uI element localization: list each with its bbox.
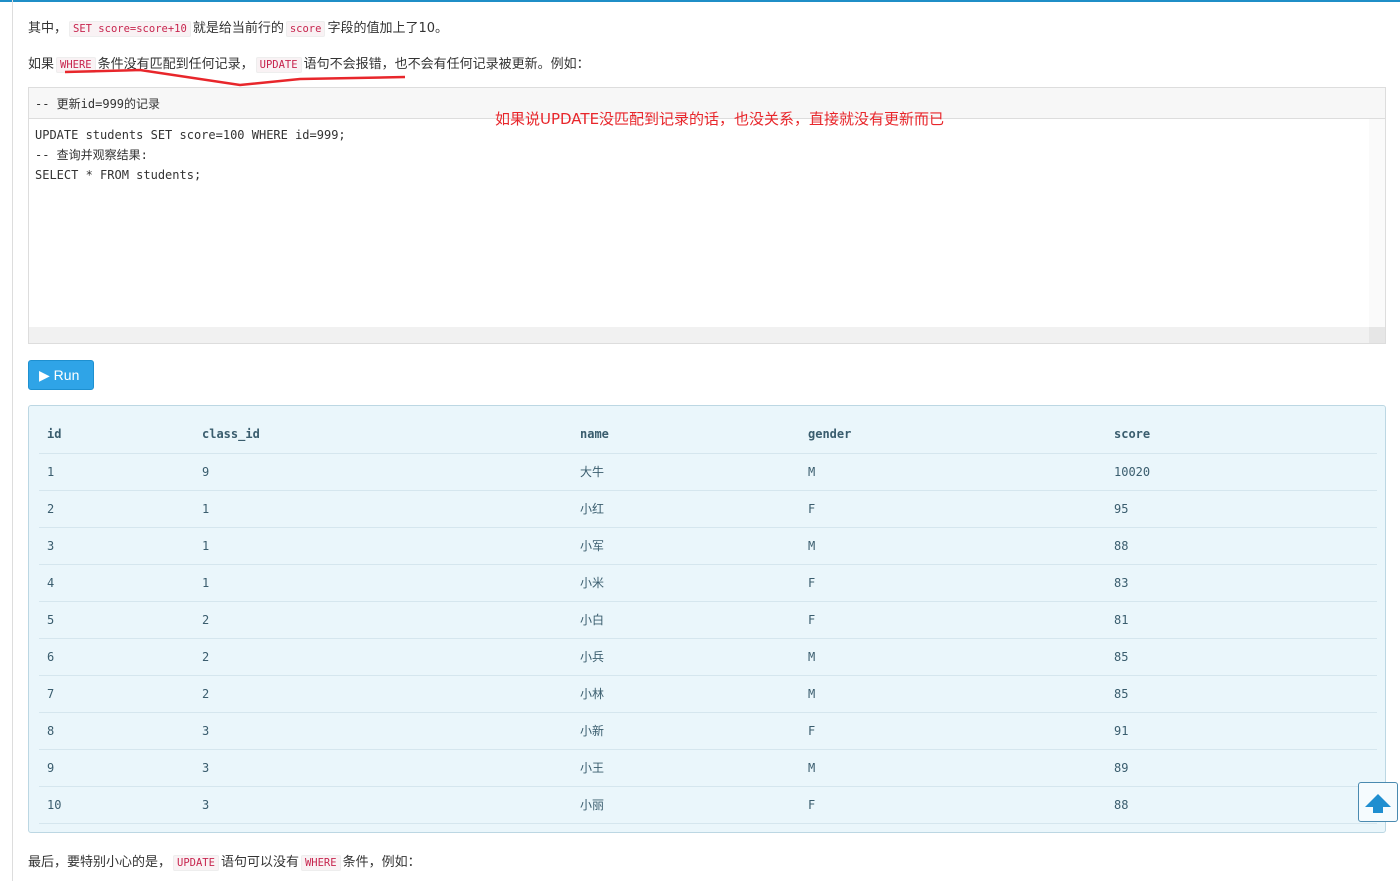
inline-code: WHERE — [300, 855, 341, 871]
column-header: id — [39, 416, 194, 454]
table-cell: M — [800, 749, 1106, 787]
table-cell: 小红 — [572, 490, 800, 528]
table-cell: M — [800, 453, 1106, 491]
table-cell: 1 — [194, 490, 572, 528]
column-header: name — [572, 416, 800, 454]
table-cell: 小白 — [572, 601, 800, 639]
table-cell: 8 — [39, 712, 194, 750]
table-cell: 小军 — [572, 527, 800, 565]
table-cell: 9 — [39, 749, 194, 787]
table-cell: 91 — [1106, 712, 1377, 750]
vertical-scrollbar[interactable] — [1369, 119, 1385, 329]
table-cell: 小新 — [572, 712, 800, 750]
table-row: 7 2 小林 M 85 — [39, 675, 1377, 713]
table-row: 3 1 小军 M 88 — [39, 527, 1377, 565]
table-cell: 7 — [39, 675, 194, 713]
table-cell: 3 — [194, 749, 572, 787]
text: 条件，例如： — [342, 855, 421, 870]
table-header-row: id class_id name gender score — [39, 416, 1377, 454]
table-cell: 4 — [39, 564, 194, 602]
play-icon: ▶ — [39, 367, 50, 383]
inline-code: UPDATE — [173, 855, 219, 871]
table-cell: 1 — [194, 564, 572, 602]
run-button[interactable]: ▶ Run — [28, 360, 94, 390]
table-cell: 85 — [1106, 675, 1377, 713]
column-header: gender — [800, 416, 1106, 454]
divider — [12, 0, 13, 881]
table-row: 4 1 小米 F 83 — [39, 564, 1377, 602]
table-cell: F — [800, 712, 1106, 750]
table-cell: 2 — [194, 638, 572, 676]
result-table-container: id class_id name gender score 1 9 大牛 M 10020… — [28, 405, 1386, 833]
table-cell: F — [800, 786, 1106, 824]
code-line: SELECT * FROM students; — [35, 168, 202, 182]
table-cell: M — [800, 675, 1106, 713]
result-table: id class_id name gender score 1 9 大牛 M 10020… — [39, 416, 1377, 824]
table-cell: F — [800, 564, 1106, 602]
table-row: 1 9 大牛 M 10020 — [39, 453, 1377, 491]
back-to-top-button[interactable] — [1358, 782, 1398, 822]
column-header: class_id — [194, 416, 572, 454]
table-cell: F — [800, 601, 1106, 639]
column-header: score — [1106, 416, 1377, 454]
text: 最后，要特别小心的是， — [28, 855, 172, 870]
table-cell: 小米 — [572, 564, 800, 602]
red-underline-annotation — [64, 68, 406, 87]
table-cell: 89 — [1106, 749, 1377, 787]
table-row: 9 3 小王 M 89 — [39, 749, 1377, 787]
text: 语句可以没有 — [220, 855, 299, 870]
table-cell: 1 — [39, 453, 194, 491]
table-row: 8 3 小新 F 91 — [39, 712, 1377, 750]
table-cell: M — [800, 527, 1106, 565]
editor-body[interactable]: UPDATE students SET score=100 WHERE id=9… — [29, 119, 1385, 191]
table-cell: 5 — [39, 601, 194, 639]
table-cell: 2 — [39, 490, 194, 528]
table-cell: 6 — [39, 638, 194, 676]
code-line: -- 查询并观察结果: — [35, 148, 148, 162]
table-cell: 85 — [1106, 638, 1377, 676]
table-cell: 小丽 — [572, 786, 800, 824]
table-cell: M — [800, 638, 1106, 676]
table-cell: 95 — [1106, 490, 1377, 528]
table-cell: F — [800, 490, 1106, 528]
table-cell: 小王 — [572, 749, 800, 787]
table-cell: 2 — [194, 601, 572, 639]
table-cell: 88 — [1106, 786, 1377, 824]
table-cell: 3 — [194, 712, 572, 750]
table-cell: 大牛 — [572, 453, 800, 491]
table-row: 6 2 小兵 M 85 — [39, 638, 1377, 676]
paragraph-3: 最后，要特别小心的是， UPDATE 语句可以没有 WHERE 条件，例如： — [28, 851, 421, 871]
table-cell: 小林 — [572, 675, 800, 713]
table-cell: 小兵 — [572, 638, 800, 676]
table-cell: 3 — [194, 786, 572, 824]
table-cell: 81 — [1106, 601, 1377, 639]
table-cell: 9 — [194, 453, 572, 491]
table-row: 2 1 小红 F 95 — [39, 490, 1377, 528]
table-row: 5 2 小白 F 81 — [39, 601, 1377, 639]
horizontal-scrollbar[interactable] — [29, 327, 1369, 343]
table-cell: 1 — [194, 527, 572, 565]
table-cell: 83 — [1106, 564, 1377, 602]
table-row: 10 3 小丽 F 88 — [39, 786, 1377, 824]
arrow-up-icon — [1365, 794, 1391, 813]
table-cell: 2 — [194, 675, 572, 713]
run-label: Run — [53, 367, 80, 383]
table-cell: 3 — [39, 527, 194, 565]
table-cell: 10020 — [1106, 453, 1377, 491]
table-cell: 88 — [1106, 527, 1377, 565]
table-cell: 10 — [39, 786, 194, 824]
scrollbar-corner — [1369, 327, 1385, 343]
annotation-text: 如果说UPDATE没匹配到记录的话，也没关系，直接就没有更新而已 — [495, 110, 945, 128]
